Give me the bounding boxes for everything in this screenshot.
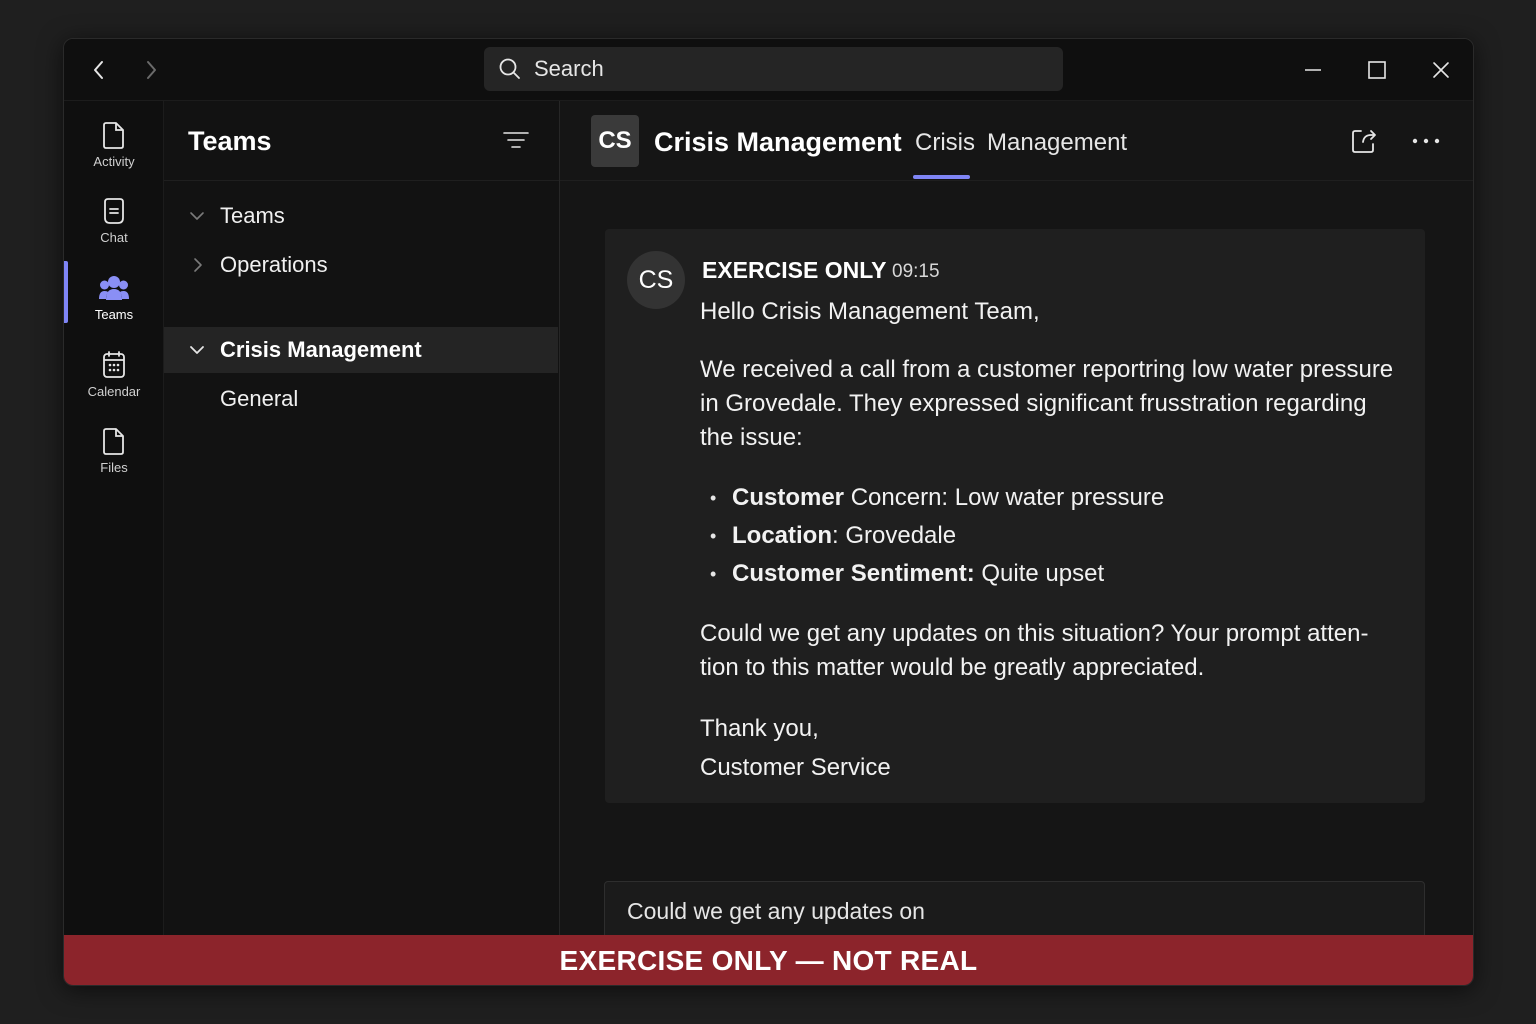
rail-label: Chat (100, 229, 128, 245)
chat-icon (104, 197, 124, 224)
channel-title: Crisis Management (654, 127, 902, 157)
search-placeholder: Search (534, 56, 604, 81)
bullet-label: Location (732, 522, 832, 549)
tree-item-general[interactable]: General (164, 376, 558, 422)
message-paragraph: Could we get any updates on this situati… (700, 620, 1369, 681)
rail-item-activity[interactable]: Activity (64, 109, 164, 179)
rail-label: Files (100, 459, 128, 475)
maximize-button[interactable] (1360, 53, 1394, 87)
team-avatar: CS (591, 115, 639, 167)
app-rail: Activity Chat Teams Calendar Files (64, 101, 164, 935)
message-card: CS EXERCISE ONLY 09:15 Hello Crisis Mana… (605, 229, 1425, 803)
message-body: Hello Crisis Management Team, We receive… (700, 295, 1400, 787)
message-greeting: Hello Crisis Management Team, (700, 298, 1040, 325)
tree-item-label: General (220, 386, 299, 411)
forward-button[interactable] (136, 55, 166, 85)
file-icon (103, 121, 124, 149)
teams-window: Search Activity Chat Teams Calendar File… (63, 38, 1474, 986)
panel-title: Teams (188, 126, 272, 156)
search-icon (499, 58, 520, 79)
filter-button[interactable] (502, 129, 530, 151)
chevron-right-icon (194, 258, 202, 272)
teams-panel: Teams Teams Operations Crisis Management… (164, 101, 560, 935)
bullet-label: Customer Sentiment: (732, 560, 975, 587)
maximize-icon (1368, 61, 1386, 79)
message-author: EXERCISE ONLY (702, 257, 887, 283)
tree-item-crisis-management[interactable]: Crisis Management (164, 327, 558, 373)
title-bar: Search (64, 39, 1473, 101)
conversation-area: CS Crisis Management Crisis Management C… (560, 101, 1473, 941)
calendar-icon (103, 350, 125, 378)
chevron-right-icon (147, 61, 156, 79)
message-paragraph: We received a call from a customer repor… (700, 356, 1394, 451)
compose-input-text: Could we get any updates on (627, 897, 925, 924)
signoff-line: Thank you, (700, 715, 819, 742)
minimize-icon (1305, 69, 1321, 71)
tab-crisis[interactable]: Crisis (915, 129, 975, 157)
banner-text: EXERCISE ONLY — NOT REAL (559, 945, 978, 976)
chevron-left-icon (94, 61, 103, 79)
tree-item-teams[interactable]: Teams (164, 193, 558, 239)
rail-item-teams[interactable]: Teams (64, 262, 164, 332)
avatar[interactable]: CS (627, 251, 685, 309)
rail-item-calendar[interactable]: Calendar (64, 339, 164, 409)
search-input[interactable]: Search (484, 47, 1063, 91)
share-button[interactable] (1348, 125, 1380, 157)
bullet-text: Quite upset (974, 560, 1105, 587)
signature-line: Customer Service (700, 754, 891, 781)
minimize-button[interactable] (1296, 53, 1330, 87)
rail-item-files[interactable]: Files (64, 415, 164, 485)
more-options-button[interactable] (1410, 125, 1442, 157)
message-bullet-list: Customer Concern: Low water pressure Loc… (700, 479, 1400, 593)
compose-box[interactable]: Could we get any updates on (604, 881, 1425, 941)
rail-label: Activity (93, 153, 135, 169)
message-signoff: Thank you, Customer Service (700, 709, 1400, 787)
bullet-text: : Grovedale (832, 522, 957, 549)
rail-label: Teams (94, 306, 134, 322)
chevron-down-icon (190, 346, 204, 354)
bullet-label: Customer (732, 484, 845, 511)
list-item: Location: Grovedale (700, 517, 1400, 555)
close-button[interactable] (1424, 53, 1458, 87)
close-icon (1433, 62, 1449, 78)
rail-item-chat[interactable]: Chat (64, 185, 164, 255)
tree-item-operations[interactable]: Operations (164, 242, 558, 288)
more-icon (1412, 138, 1440, 144)
list-item: Customer Concern: Low water pressure (700, 479, 1400, 517)
file-icon (103, 427, 124, 455)
message-timestamp: 09:15 (892, 261, 940, 282)
channel-header: CS Crisis Management Crisis Management (560, 101, 1473, 181)
exercise-banner: EXERCISE ONLY — NOT REAL (64, 935, 1473, 985)
tree-item-label: Crisis Management (220, 337, 422, 362)
tab-management[interactable]: Management (987, 129, 1127, 157)
share-icon (1352, 130, 1376, 153)
list-item: Customer Sentiment: Quite upset (700, 555, 1400, 593)
tree-item-label: Operations (220, 252, 328, 277)
tree-item-label: Teams (220, 203, 285, 228)
filter-icon (503, 132, 529, 148)
active-tab-indicator (913, 175, 970, 179)
bullet-text: Concern: Low water pressure (844, 484, 1165, 511)
back-button[interactable] (84, 55, 114, 85)
chevron-down-icon (190, 212, 204, 220)
panel-header: Teams (164, 101, 559, 181)
teams-icon (99, 275, 129, 300)
rail-label: Calendar (87, 383, 141, 399)
